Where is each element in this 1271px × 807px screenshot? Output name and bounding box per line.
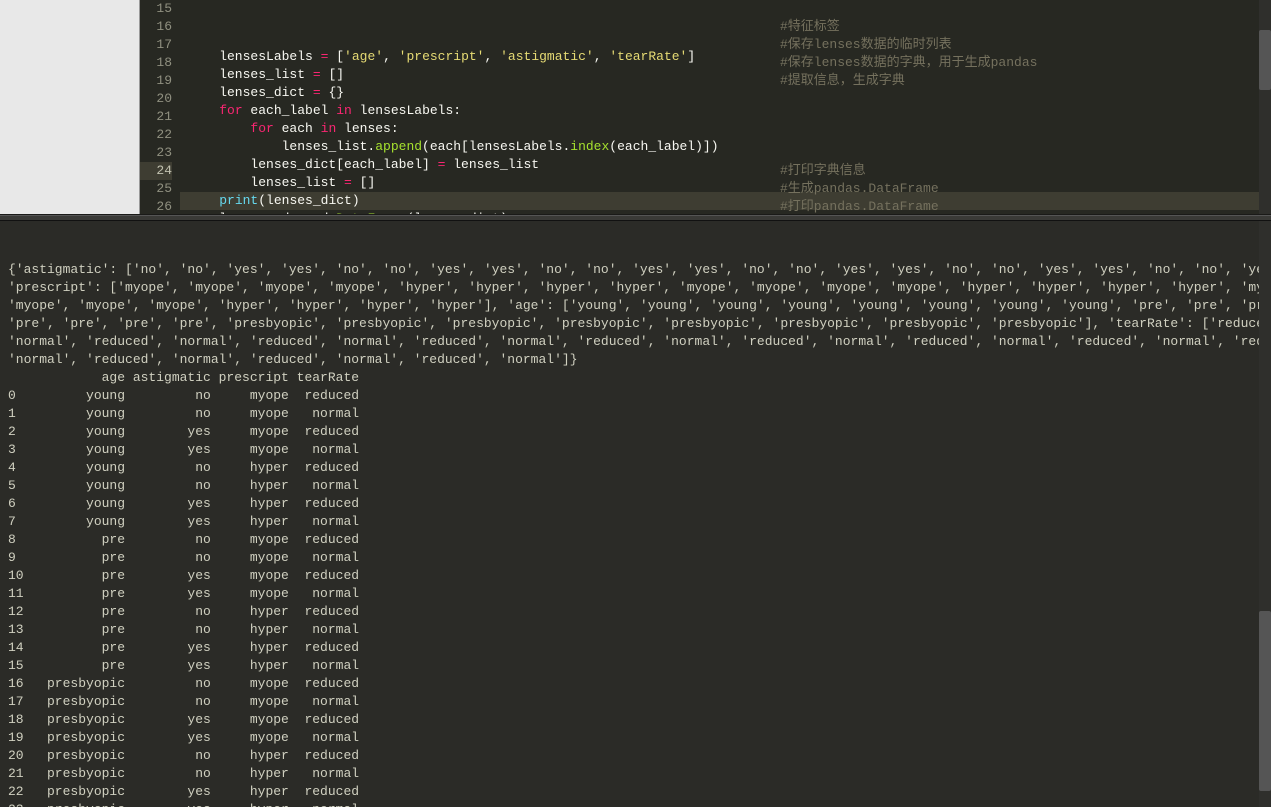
- code-comment: #打印pandas.DataFrame: [780, 198, 1037, 214]
- editor-scrollbar[interactable]: [1259, 0, 1271, 214]
- line-number: 26: [140, 198, 172, 216]
- line-number: 16: [140, 18, 172, 36]
- code-line[interactable]: lensesLabels = ['age', 'prescript', 'ast…: [180, 48, 1271, 66]
- code-comment: [780, 108, 1037, 126]
- output-table-row: 4 young no hyper reduced: [8, 459, 1263, 477]
- output-table-row: 8 pre no myope reduced: [8, 531, 1263, 549]
- line-number: 23: [140, 144, 172, 162]
- code-area[interactable]: lensesLabels = ['age', 'prescript', 'ast…: [180, 0, 1271, 214]
- output-table-row: 21 presbyopic no hyper normal: [8, 765, 1263, 783]
- code-comment: #保存lenses数据的临时列表: [780, 36, 1037, 54]
- output-table-row: 0 young no myope reduced: [8, 387, 1263, 405]
- code-comment: [780, 126, 1037, 144]
- output-panel[interactable]: {'astigmatic': ['no', 'no', 'yes', 'yes'…: [0, 221, 1271, 807]
- output-table-row: 23 presbyopic yes hyper normal: [8, 801, 1263, 807]
- output-line: 'normal', 'reduced', 'normal', 'reduced'…: [8, 333, 1263, 351]
- output-table-row: 13 pre no hyper normal: [8, 621, 1263, 639]
- code-line[interactable]: [180, 30, 1271, 48]
- code-line[interactable]: lenses_pd = pd.DataFrame(lenses_dict): [180, 210, 1271, 214]
- output-scrollbar[interactable]: [1259, 221, 1271, 807]
- line-number: 17: [140, 36, 172, 54]
- line-number: 19: [140, 72, 172, 90]
- code-line[interactable]: lenses_dict[each_label] = lenses_list: [180, 156, 1271, 174]
- code-comment: [780, 90, 1037, 108]
- output-table-row: 15 pre yes hyper normal: [8, 657, 1263, 675]
- output-line: 'prescript': ['myope', 'myope', 'myope',…: [8, 279, 1263, 297]
- output-table-row: 3 young yes myope normal: [8, 441, 1263, 459]
- output-table-row: 20 presbyopic no hyper reduced: [8, 747, 1263, 765]
- output-line: 'normal', 'reduced', 'normal', 'reduced'…: [8, 351, 1263, 369]
- code-comment: #生成pandas.DataFrame: [780, 180, 1037, 198]
- editor-scrollbar-thumb[interactable]: [1259, 30, 1271, 90]
- code-line[interactable]: for each_label in lensesLabels:: [180, 102, 1271, 120]
- code-line[interactable]: lenses_dict = {}: [180, 84, 1271, 102]
- output-table-row: 2 young yes myope reduced: [8, 423, 1263, 441]
- output-table-row: 16 presbyopic no myope reduced: [8, 675, 1263, 693]
- output-table-row: 5 young no hyper normal: [8, 477, 1263, 495]
- line-number: 15: [140, 0, 172, 18]
- sidebar[interactable]: [0, 0, 140, 214]
- output-table-row: 17 presbyopic no myope normal: [8, 693, 1263, 711]
- code-line[interactable]: for each in lenses:: [180, 120, 1271, 138]
- line-number: 21: [140, 108, 172, 126]
- line-number: 25: [140, 180, 172, 198]
- output-line: {'astigmatic': ['no', 'no', 'yes', 'yes'…: [8, 261, 1263, 279]
- code-comment: #保存lenses数据的字典，用于生成pandas: [780, 54, 1037, 72]
- output-table-header: age astigmatic prescript tearRate: [8, 369, 1263, 387]
- line-number: 24: [140, 162, 172, 180]
- output-table-row: 10 pre yes myope reduced: [8, 567, 1263, 585]
- output-table-row: 18 presbyopic yes myope reduced: [8, 711, 1263, 729]
- comment-column: #特征标签#保存lenses数据的临时列表#保存lenses数据的字典，用于生成…: [780, 0, 1037, 214]
- line-number: 22: [140, 126, 172, 144]
- output-scrollbar-thumb[interactable]: [1259, 611, 1271, 791]
- code-comment: #打印字典信息: [780, 162, 1037, 180]
- code-line[interactable]: lenses_list = []: [180, 66, 1271, 84]
- code-comment: #提取信息，生成字典: [780, 72, 1037, 90]
- code-comment: [780, 0, 1037, 18]
- output-table-row: 22 presbyopic yes hyper reduced: [8, 783, 1263, 801]
- line-number-gutter: 151617181920212223242526: [140, 0, 180, 214]
- editor-panel: 151617181920212223242526 lensesLabels = …: [0, 0, 1271, 215]
- output-table-row: 12 pre no hyper reduced: [8, 603, 1263, 621]
- output-table-row: 19 presbyopic yes myope normal: [8, 729, 1263, 747]
- output-table-row: 11 pre yes myope normal: [8, 585, 1263, 603]
- output-table-row: 7 young yes hyper normal: [8, 513, 1263, 531]
- line-number: 20: [140, 90, 172, 108]
- output-table-row: 6 young yes hyper reduced: [8, 495, 1263, 513]
- code-line[interactable]: lenses_list = []: [180, 174, 1271, 192]
- code-comment: [780, 144, 1037, 162]
- output-table-row: 1 young no myope normal: [8, 405, 1263, 423]
- code-line[interactable]: lenses_list.append(each[lensesLabels.ind…: [180, 138, 1271, 156]
- code-line[interactable]: print(lenses_dict): [180, 192, 1271, 210]
- output-line: 'myope', 'myope', 'myope', 'hyper', 'hyp…: [8, 297, 1263, 315]
- output-line: 'pre', 'pre', 'pre', 'pre', 'presbyopic'…: [8, 315, 1263, 333]
- output-table-row: 14 pre yes hyper reduced: [8, 639, 1263, 657]
- code-comment: #特征标签: [780, 18, 1037, 36]
- output-table-row: 9 pre no myope normal: [8, 549, 1263, 567]
- line-number: 18: [140, 54, 172, 72]
